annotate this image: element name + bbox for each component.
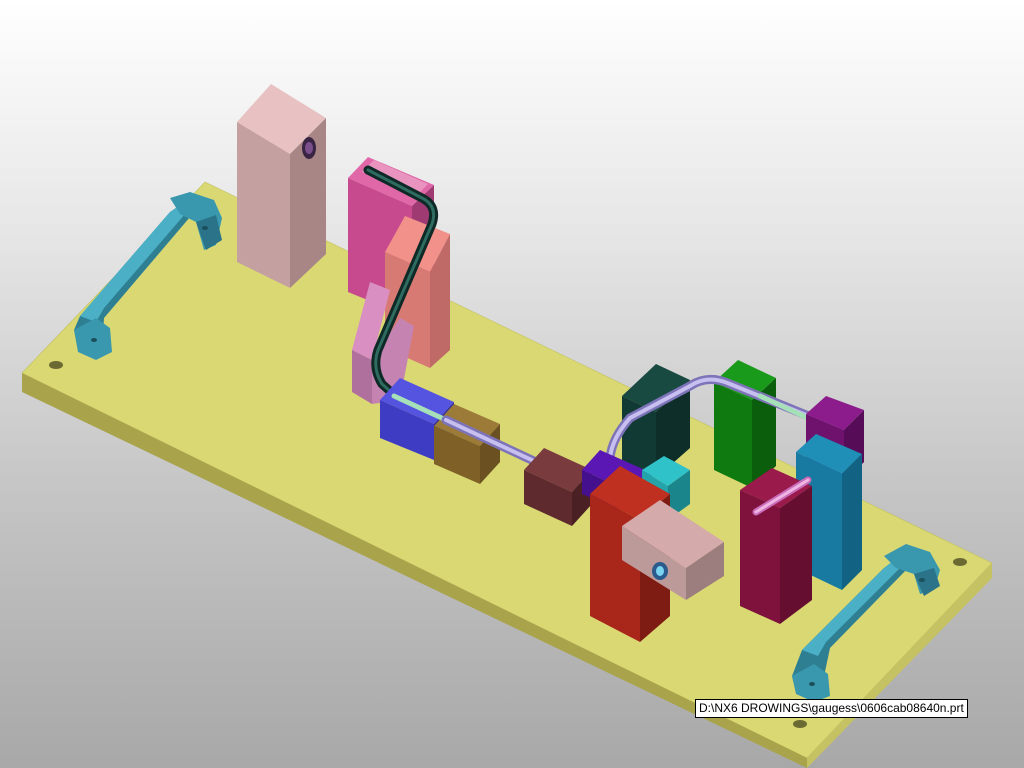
cad-model-scene[interactable] — [0, 0, 1024, 768]
mounting-hole — [793, 720, 807, 728]
mounting-hole — [953, 558, 967, 566]
pink-pillar[interactable] — [237, 84, 326, 288]
mounting-hole — [49, 361, 63, 369]
cad-3d-viewport[interactable]: D:\NX6 DROWINGS\gaugess\0606cab08640n.pr… — [0, 0, 1024, 768]
maroon-block[interactable] — [740, 468, 812, 624]
file-path-tooltip: D:\NX6 DROWINGS\gaugess\0606cab08640n.pr… — [695, 699, 968, 718]
